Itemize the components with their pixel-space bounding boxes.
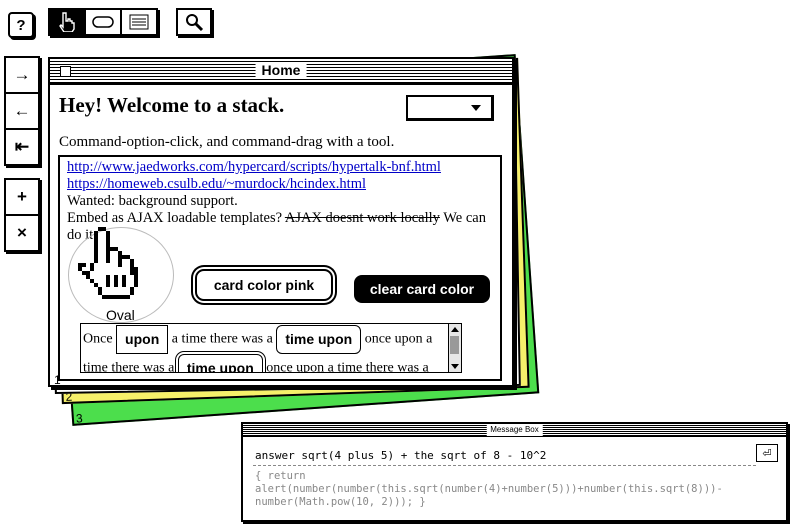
time-upon-button[interactable]: time upon: [177, 354, 263, 372]
message-box: Message Box answer sqrt(4 plus 5) + the …: [241, 422, 788, 522]
browse-tool-button[interactable]: [50, 10, 86, 34]
card-number: 3: [75, 411, 84, 426]
next-card-button[interactable]: →: [6, 58, 38, 94]
struck-text: AJAX doesnt work locally: [284, 210, 440, 226]
card-window: Home Hey! Welcome to a stack. Command-op…: [48, 57, 514, 387]
page-title: Hey! Welcome to a stack.: [59, 93, 285, 117]
tool-palette: [48, 8, 158, 36]
return-key-icon: ⏎: [762, 447, 772, 460]
scroll-thumb[interactable]: [450, 336, 459, 354]
scrolling-field[interactable]: Once upon a time there was a time upon o…: [80, 323, 462, 373]
field-word: once upon a time there was a: [266, 360, 429, 373]
field-word: Once: [83, 331, 113, 347]
field-word: a time there was a: [171, 331, 273, 347]
return-key-button[interactable]: ⏎: [756, 444, 778, 462]
chevron-down-icon: [471, 105, 481, 111]
popup-menu[interactable]: [406, 95, 494, 121]
first-card-button[interactable]: ⇤: [6, 130, 38, 164]
message-command-input[interactable]: answer sqrt(4 plus 5) + the sqrt of 8 - …: [255, 449, 546, 462]
field-word: time there was a: [83, 360, 175, 373]
field-tool-button[interactable]: [122, 10, 156, 34]
hand-pointer-icon: [59, 12, 75, 32]
link-hypertalk-bnf[interactable]: http://www.jaedworks.com/hypercard/scrip…: [67, 159, 441, 175]
upon-button[interactable]: upon: [116, 325, 169, 354]
button-tool-icon: [92, 16, 114, 28]
instructions-text: Command-option-click, and command-drag w…: [59, 134, 395, 150]
divider: [253, 465, 756, 466]
help-button[interactable]: ?: [8, 12, 34, 38]
card-color-pink-button[interactable]: card color pink: [195, 269, 333, 301]
field-line: We can: [439, 210, 486, 226]
close-box-icon[interactable]: [60, 66, 71, 77]
time-upon-button[interactable]: time upon: [276, 325, 362, 354]
window-title: Home: [255, 62, 307, 78]
hand-pointer-icon: [78, 227, 138, 299]
find-button[interactable]: [176, 8, 212, 36]
delete-card-button[interactable]: ×: [6, 216, 38, 250]
magnifier-icon: [186, 14, 204, 32]
link-hcindex[interactable]: https://homeweb.csulb.edu/~murdock/hcind…: [67, 176, 366, 192]
card-number: 1: [54, 373, 61, 387]
field-line: Embed as AJAX loadable templates?: [67, 210, 285, 226]
scroll-down-icon[interactable]: [451, 364, 459, 369]
message-box-title: Message Box: [486, 424, 543, 436]
scroll-up-icon[interactable]: [451, 327, 459, 332]
vertical-scrollbar[interactable]: [448, 324, 461, 372]
message-box-titlebar[interactable]: Message Box: [243, 424, 786, 437]
oval-button-label: Oval: [106, 307, 135, 323]
button-tool-button[interactable]: [86, 10, 122, 34]
window-titlebar[interactable]: Home: [50, 59, 512, 85]
field-word: once upon a: [364, 331, 433, 347]
previous-card-button[interactable]: ←: [6, 94, 38, 130]
add-card-button[interactable]: +: [6, 180, 38, 216]
card-navigation: → ← ⇤: [4, 56, 40, 166]
field-line: Wanted: background support.: [67, 193, 238, 209]
text-field[interactable]: http://www.jaedworks.com/hypercard/scrip…: [58, 155, 502, 381]
field-tool-icon: [129, 14, 149, 30]
card-edit-controls: + ×: [4, 178, 40, 252]
message-output: { return alert(number(number(this.sqrt(n…: [255, 470, 723, 508]
clear-card-color-button[interactable]: clear card color: [354, 275, 490, 303]
